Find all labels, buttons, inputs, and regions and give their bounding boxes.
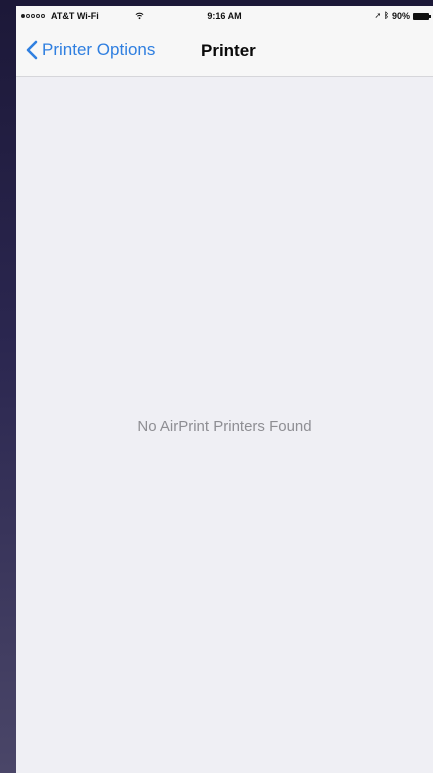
battery-icon — [413, 12, 431, 20]
location-arrow-icon: ➚ — [374, 11, 382, 20]
status-bar: AT&T Wi-Fi 9:16 AM ➚ ᛒ 90% — [16, 6, 433, 28]
navigation-bar: Printer Options Printer — [16, 28, 433, 77]
phone-screen: AT&T Wi-Fi 9:16 AM ➚ ᛒ 90% Printer Optio… — [16, 6, 433, 773]
chevron-left-icon — [26, 40, 38, 60]
printer-list-area: No AirPrint Printers Found — [16, 77, 433, 773]
back-button-label: Printer Options — [42, 40, 156, 59]
page-title: Printer — [201, 41, 256, 60]
empty-state-message: No AirPrint Printers Found — [137, 418, 312, 435]
bluetooth-icon: ᛒ — [384, 11, 389, 20]
status-right-group: ➚ ᛒ 90% — [374, 11, 431, 21]
status-time: 9:16 AM — [207, 11, 242, 21]
battery-percent: 90% — [391, 11, 410, 21]
back-button[interactable]: Printer Options — [26, 40, 155, 60]
